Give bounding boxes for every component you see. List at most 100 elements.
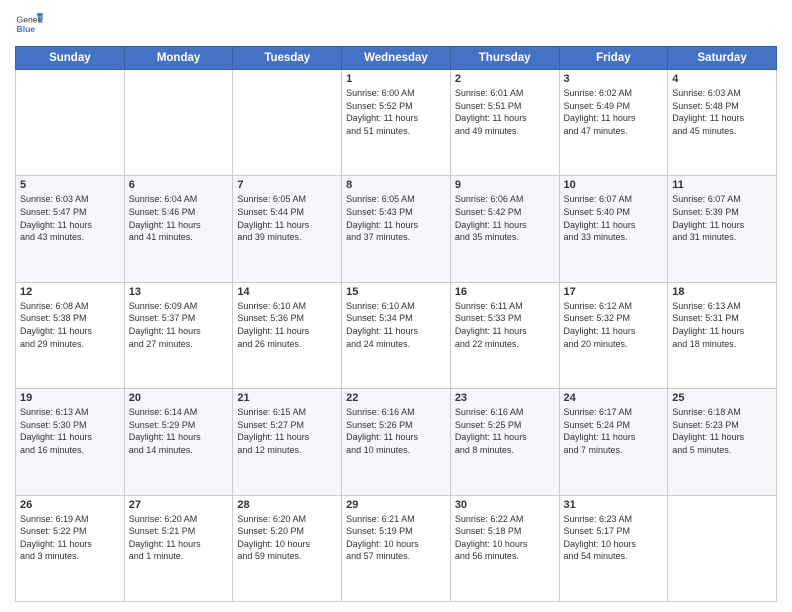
day-number: 3: [564, 73, 664, 85]
calendar-cell: 2Sunrise: 6:01 AM Sunset: 5:51 PM Daylig…: [450, 70, 559, 176]
calendar-cell: 28Sunrise: 6:20 AM Sunset: 5:20 PM Dayli…: [233, 495, 342, 601]
day-info: Sunrise: 6:16 AM Sunset: 5:26 PM Dayligh…: [346, 406, 446, 456]
day-number: 17: [564, 286, 664, 298]
day-number: 6: [129, 179, 229, 191]
day-number: 26: [20, 499, 120, 511]
calendar-cell: [124, 70, 233, 176]
day-info: Sunrise: 6:23 AM Sunset: 5:17 PM Dayligh…: [564, 513, 664, 563]
day-info: Sunrise: 6:13 AM Sunset: 5:30 PM Dayligh…: [20, 406, 120, 456]
calendar-cell: 19Sunrise: 6:13 AM Sunset: 5:30 PM Dayli…: [16, 389, 125, 495]
day-info: Sunrise: 6:05 AM Sunset: 5:44 PM Dayligh…: [237, 193, 337, 243]
day-number: 1: [346, 73, 446, 85]
day-info: Sunrise: 6:08 AM Sunset: 5:38 PM Dayligh…: [20, 300, 120, 350]
page-header: General Blue: [15, 10, 777, 38]
day-info: Sunrise: 6:15 AM Sunset: 5:27 PM Dayligh…: [237, 406, 337, 456]
day-info: Sunrise: 6:09 AM Sunset: 5:37 PM Dayligh…: [129, 300, 229, 350]
day-number: 31: [564, 499, 664, 511]
week-row-3: 12 Sunrise: 6:08 AM Sunset: 5:38 PM Dayli…: [16, 282, 777, 388]
week-row-5: 26 Sunrise: 6:19 AM Sunset: 5:22 PM Dayli…: [16, 495, 777, 601]
day-info: Sunrise: 6:18 AM Sunset: 5:23 PM Dayligh…: [672, 406, 772, 456]
day-info: Sunrise: 6:12 AM Sunset: 5:32 PM Dayligh…: [564, 300, 664, 350]
calendar-cell: 22 Sunrise: 6:16 AM Sunset: 5:26 PM Dayli…: [342, 389, 451, 495]
day-number: 24: [564, 392, 664, 404]
day-number: 29: [346, 499, 446, 511]
day-number: 9: [455, 179, 555, 191]
day-info: Sunrise: 6:03 AM Sunset: 5:47 PM Dayligh…: [20, 193, 120, 243]
day-info: Sunrise: 6:21 AM Sunset: 5:19 PM Dayligh…: [346, 513, 446, 563]
calendar-cell: 30 Sunrise: 6:22 AM Sunset: 5:18 PM Dayli…: [450, 495, 559, 601]
calendar-cell: 31 Sunrise: 6:23 AM Sunset: 5:17 PM Dayli…: [559, 495, 668, 601]
week-row-2: 5 Sunrise: 6:03 AM Sunset: 5:47 PM Daylig…: [16, 176, 777, 282]
calendar-cell: 12 Sunrise: 6:08 AM Sunset: 5:38 PM Dayli…: [16, 282, 125, 388]
logo: General Blue: [15, 10, 43, 38]
calendar-page: General Blue SundayMondayTuesdayWednesda…: [0, 0, 792, 612]
calendar-cell: 8 Sunrise: 6:05 AM Sunset: 5:43 PM Daylig…: [342, 176, 451, 282]
weekday-header-saturday: Saturday: [668, 47, 777, 70]
day-info: Sunrise: 6:05 AM Sunset: 5:43 PM Dayligh…: [346, 193, 446, 243]
weekday-header-thursday: Thursday: [450, 47, 559, 70]
day-number: 22: [346, 392, 446, 404]
day-info: Sunrise: 6:17 AM Sunset: 5:24 PM Dayligh…: [564, 406, 664, 456]
day-number: 20: [129, 392, 229, 404]
calendar-cell: 9 Sunrise: 6:06 AM Sunset: 5:42 PM Daylig…: [450, 176, 559, 282]
day-number: 28: [237, 499, 337, 511]
weekday-header-monday: Monday: [124, 47, 233, 70]
day-number: 5: [20, 179, 120, 191]
day-info: Sunrise: 6:10 AM Sunset: 5:36 PM Dayligh…: [237, 300, 337, 350]
day-number: 27: [129, 499, 229, 511]
day-info: Sunrise: 6:07 AM Sunset: 5:40 PM Dayligh…: [564, 193, 664, 243]
calendar-cell: 20 Sunrise: 6:14 AM Sunset: 5:29 PM Dayli…: [124, 389, 233, 495]
calendar-cell: 16 Sunrise: 6:11 AM Sunset: 5:33 PM Dayli…: [450, 282, 559, 388]
calendar-cell: 15 Sunrise: 6:10 AM Sunset: 5:34 PM Dayli…: [342, 282, 451, 388]
day-info: Sunrise: 6:01 AM Sunset: 5:51 PM Dayligh…: [455, 87, 555, 137]
day-number: 13: [129, 286, 229, 298]
day-info: Sunrise: 6:19 AM Sunset: 5:22 PM Dayligh…: [20, 513, 120, 563]
day-number: 7: [237, 179, 337, 191]
calendar-cell: 18Sunrise: 6:13 AM Sunset: 5:31 PM Dayli…: [668, 282, 777, 388]
day-info: Sunrise: 6:20 AM Sunset: 5:21 PM Dayligh…: [129, 513, 229, 563]
calendar-cell: 11 Sunrise: 6:07 AM Sunset: 5:39 PM Dayli…: [668, 176, 777, 282]
weekday-header-tuesday: Tuesday: [233, 47, 342, 70]
svg-text:Blue: Blue: [17, 24, 36, 34]
calendar-cell: [16, 70, 125, 176]
day-number: 15: [346, 286, 446, 298]
day-number: 11: [672, 179, 772, 191]
day-number: 25: [672, 392, 772, 404]
calendar-cell: 26 Sunrise: 6:19 AM Sunset: 5:22 PM Dayli…: [16, 495, 125, 601]
calendar-cell: 6 Sunrise: 6:04 AM Sunset: 5:46 PM Daylig…: [124, 176, 233, 282]
day-number: 8: [346, 179, 446, 191]
day-info: Sunrise: 6:03 AM Sunset: 5:48 PM Dayligh…: [672, 87, 772, 137]
day-number: 21: [237, 392, 337, 404]
calendar-cell: 13 Sunrise: 6:09 AM Sunset: 5:37 PM Dayli…: [124, 282, 233, 388]
day-number: 30: [455, 499, 555, 511]
day-info: Sunrise: 6:11 AM Sunset: 5:33 PM Dayligh…: [455, 300, 555, 350]
day-info: Sunrise: 6:22 AM Sunset: 5:18 PM Dayligh…: [455, 513, 555, 563]
calendar-cell: [668, 495, 777, 601]
day-info: Sunrise: 6:10 AM Sunset: 5:34 PM Dayligh…: [346, 300, 446, 350]
calendar-cell: 7 Sunrise: 6:05 AM Sunset: 5:44 PM Daylig…: [233, 176, 342, 282]
calendar-cell: 29 Sunrise: 6:21 AM Sunset: 5:19 PM Dayli…: [342, 495, 451, 601]
day-number: 16: [455, 286, 555, 298]
weekday-header-sunday: Sunday: [16, 47, 125, 70]
day-info: Sunrise: 6:02 AM Sunset: 5:49 PM Dayligh…: [564, 87, 664, 137]
calendar-cell: 4 Sunrise: 6:03 AM Sunset: 5:48 PM Daylig…: [668, 70, 777, 176]
calendar-cell: 14Sunrise: 6:10 AM Sunset: 5:36 PM Dayli…: [233, 282, 342, 388]
calendar-table: SundayMondayTuesdayWednesdayThursdayFrid…: [15, 46, 777, 602]
week-row-1: 1 Sunrise: 6:00 AM Sunset: 5:52 PM Daylig…: [16, 70, 777, 176]
week-row-4: 19Sunrise: 6:13 AM Sunset: 5:30 PM Dayli…: [16, 389, 777, 495]
calendar-cell: 23 Sunrise: 6:16 AM Sunset: 5:25 PM Dayli…: [450, 389, 559, 495]
calendar-cell: 3 Sunrise: 6:02 AM Sunset: 5:49 PM Daylig…: [559, 70, 668, 176]
day-number: 10: [564, 179, 664, 191]
day-number: 23: [455, 392, 555, 404]
day-info: Sunrise: 6:07 AM Sunset: 5:39 PM Dayligh…: [672, 193, 772, 243]
day-info: Sunrise: 6:14 AM Sunset: 5:29 PM Dayligh…: [129, 406, 229, 456]
day-info: Sunrise: 6:16 AM Sunset: 5:25 PM Dayligh…: [455, 406, 555, 456]
day-info: Sunrise: 6:06 AM Sunset: 5:42 PM Dayligh…: [455, 193, 555, 243]
day-info: Sunrise: 6:04 AM Sunset: 5:46 PM Dayligh…: [129, 193, 229, 243]
calendar-cell: 21 Sunrise: 6:15 AM Sunset: 5:27 PM Dayli…: [233, 389, 342, 495]
weekday-header-row: SundayMondayTuesdayWednesdayThursdayFrid…: [16, 47, 777, 70]
day-number: 12: [20, 286, 120, 298]
calendar-cell: 25 Sunrise: 6:18 AM Sunset: 5:23 PM Dayli…: [668, 389, 777, 495]
day-info: Sunrise: 6:00 AM Sunset: 5:52 PM Dayligh…: [346, 87, 446, 137]
day-number: 4: [672, 73, 772, 85]
